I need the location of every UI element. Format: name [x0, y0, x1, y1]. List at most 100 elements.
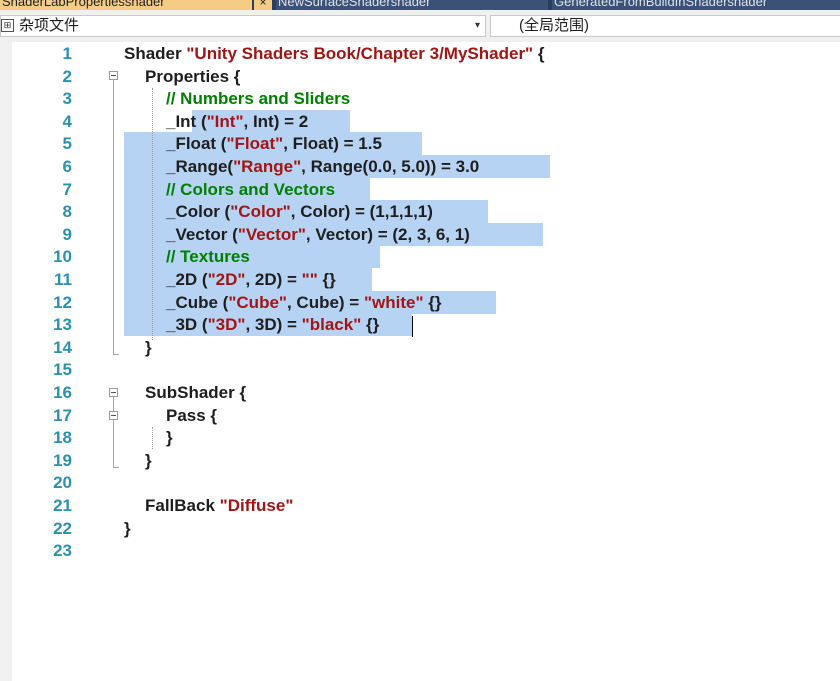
code-text: _Color ("Color", Color) = (1,1,1,1)	[166, 200, 433, 223]
code-text: FallBack "Diffuse"	[145, 494, 293, 517]
line-number: 18	[53, 428, 72, 448]
code-token: }	[166, 428, 173, 448]
comment-token: // Colors and Vectors	[166, 179, 336, 199]
string-token: "black"	[301, 315, 362, 335]
code-token: }	[124, 518, 131, 538]
line-number: 13	[53, 315, 72, 335]
project-scope-dropdown[interactable]: ⊞ 杂项文件 ▾	[0, 15, 486, 37]
tab-shaderlab-properties[interactable]: ShaderLabPropertiesshader	[0, 0, 252, 10]
code-line[interactable]: 8 _Color ("Color", Color) = (1,1,1,1)	[0, 200, 840, 223]
line-number: 19	[53, 450, 72, 470]
line-number: 4	[62, 111, 72, 131]
chevron-down-icon[interactable]: ▾	[475, 18, 480, 34]
string-token: "Range"	[233, 157, 302, 176]
line-number: 22	[53, 518, 72, 538]
code-token: {}	[317, 270, 336, 289]
tab-new-surface-shader[interactable]: NewSurfaceShadershader	[276, 0, 548, 10]
code-line[interactable]: 18}	[0, 426, 840, 449]
line-number: 3	[62, 89, 72, 109]
string-token: "Diffuse"	[219, 496, 294, 515]
string-token: "Int"	[206, 111, 244, 131]
close-tab-icon[interactable]: ×	[254, 0, 272, 10]
code-token: {}	[361, 315, 380, 335]
code-line[interactable]: 20	[0, 471, 840, 494]
code-text: _2D ("2D", 2D) = "" {}	[166, 268, 336, 291]
line-number: 9	[62, 224, 72, 244]
code-text: // Numbers and Sliders	[166, 87, 350, 110]
code-token: _Int (	[166, 111, 207, 131]
tab-generated-shader[interactable]: GeneratedFromBuildInShadershader	[552, 0, 840, 10]
code-line[interactable]: 2 Properties {	[0, 65, 840, 88]
code-line[interactable]: 13 _3D ("3D", 3D) = "black" {}	[0, 313, 840, 336]
text-caret	[412, 316, 413, 337]
code-token: SubShader {	[145, 383, 247, 402]
member-scope-dropdown[interactable]: (全局范围)	[490, 15, 840, 37]
line-number: 21	[53, 496, 72, 515]
code-line[interactable]: 7 // Colors and Vectors	[0, 178, 840, 201]
code-line[interactable]: 22}	[0, 517, 840, 540]
line-number: 8	[62, 202, 72, 222]
code-token: , Range(0.0, 5.0)) = 3.0	[301, 157, 480, 176]
code-line[interactable]: 19}	[0, 449, 840, 472]
code-token: }	[145, 337, 152, 357]
code-line[interactable]: 1 Shader "Unity Shaders Book/Chapter 3/My…	[0, 42, 840, 65]
line-number: 16	[53, 383, 72, 402]
member-scope-label: (全局范围)	[519, 17, 589, 34]
string-token: "white"	[363, 292, 424, 312]
line-number: 10	[53, 247, 72, 267]
code-line[interactable]: 23	[0, 539, 840, 562]
code-line[interactable]: 12 _Cube ("Cube", Cube) = "white" {}	[0, 291, 840, 314]
code-token: , Vector) = (2, 3, 6, 1)	[305, 224, 470, 244]
string-token: "Unity Shaders Book/Chapter 3/MyShader"	[186, 44, 534, 63]
code-line[interactable]: 15	[0, 358, 840, 381]
code-line[interactable]: 6 _Range("Range", Range(0.0, 5.0)) = 3.0	[0, 155, 840, 178]
code-text: Pass {	[166, 404, 217, 427]
code-line[interactable]: 21 FallBack "Diffuse"	[0, 494, 840, 517]
code-line[interactable]: 17 Pass {	[0, 404, 840, 427]
code-token: _Color (	[166, 202, 231, 222]
code-text: _Range("Range", Range(0.0, 5.0)) = 3.0	[166, 155, 479, 178]
document-tab-strip: ShaderLabPropertiesshader × NewSurfaceSh…	[0, 0, 840, 10]
line-number: 15	[53, 360, 72, 380]
code-token: Pass {	[166, 405, 218, 425]
navigation-bar: ⊞ 杂项文件 ▾ (全局范围)	[0, 10, 840, 43]
line-number: 2	[62, 66, 72, 86]
code-text: _3D ("3D", 3D) = "black" {}	[166, 313, 379, 336]
code-editor[interactable]: 1 Shader "Unity Shaders Book/Chapter 3/My…	[0, 42, 840, 681]
code-token: _Range(	[166, 157, 234, 176]
code-token: _2D (	[166, 270, 208, 289]
code-token: , Int) = 2	[243, 111, 309, 131]
code-text: Properties {	[145, 65, 240, 88]
string-token: "Vector"	[237, 224, 306, 244]
code-token: Properties {	[145, 66, 241, 86]
code-token: _3D (	[166, 315, 208, 335]
code-line[interactable]: 10 // Textures	[0, 245, 840, 268]
code-line[interactable]: 11 _2D ("2D", 2D) = "" {}	[0, 268, 840, 291]
comment-token: // Textures	[166, 247, 250, 267]
line-number: 12	[53, 292, 72, 312]
code-line[interactable]: 14}	[0, 336, 840, 359]
code-line[interactable]: 4 _Int ("Int", Int) = 2	[0, 110, 840, 133]
code-text: _Float ("Float", Float) = 1.5	[166, 132, 382, 155]
code-text: _Int ("Int", Int) = 2	[166, 110, 308, 133]
code-text: // Textures	[166, 245, 250, 268]
project-scope-label: 杂项文件	[19, 17, 80, 34]
line-number: 6	[62, 157, 72, 176]
code-token: FallBack	[145, 496, 220, 515]
line-number: 11	[54, 270, 72, 289]
string-token: "2D"	[207, 270, 246, 289]
code-text: // Colors and Vectors	[166, 178, 335, 201]
misc-files-icon: ⊞	[1, 19, 14, 32]
string-token: ""	[301, 270, 318, 289]
string-token: "Color"	[230, 202, 291, 222]
code-line[interactable]: 5 _Float ("Float", Float) = 1.5	[0, 132, 840, 155]
code-token: , Cube) =	[286, 292, 364, 312]
code-line[interactable]: 16 SubShader {	[0, 381, 840, 404]
code-text: _Vector ("Vector", Vector) = (2, 3, 6, 1…	[166, 223, 470, 246]
code-line[interactable]: 3 // Numbers and Sliders	[0, 87, 840, 110]
line-number: 17	[53, 405, 72, 425]
line-number: 1	[62, 44, 72, 63]
comment-token: // Numbers and Sliders	[166, 89, 351, 109]
code-token: {	[533, 44, 545, 63]
code-line[interactable]: 9 _Vector ("Vector", Vector) = (2, 3, 6, …	[0, 223, 840, 246]
